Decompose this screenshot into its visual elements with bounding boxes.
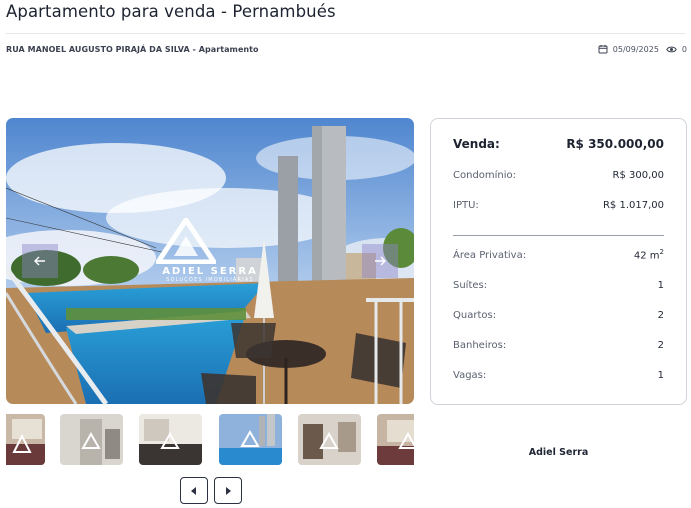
thumbnails-next-button[interactable] xyxy=(214,477,242,504)
thumbnail[interactable] xyxy=(6,414,45,465)
view-count: 0 xyxy=(681,44,687,54)
listing-meta: 05/09/2025 0 xyxy=(598,44,687,54)
thumbnail[interactable] xyxy=(219,414,282,465)
thumbnail-strip xyxy=(6,414,414,466)
watermark-logo: ADIEL SERRA SOLUÇÕES IMOBILIÁRIAS xyxy=(156,218,264,283)
thumbnails-prev-button[interactable] xyxy=(180,477,208,504)
header-divider xyxy=(6,33,685,34)
condo-label: Condomínio: xyxy=(453,170,517,181)
condo-row: Condomínio: R$ 300,00 xyxy=(453,170,664,181)
sale-label: Venda: xyxy=(453,137,500,151)
suites-row: Suítes: 1 xyxy=(453,280,664,291)
condo-value: R$ 300,00 xyxy=(612,170,664,181)
iptu-row: IPTU: R$ 1.017,00 xyxy=(453,200,664,211)
thumbnail[interactable] xyxy=(377,414,414,465)
area-unit-superscript: 2 xyxy=(659,248,664,256)
photo-prev-button[interactable] xyxy=(22,244,58,278)
card-divider xyxy=(453,235,664,236)
thumbnail[interactable] xyxy=(298,414,361,465)
arrow-left-icon xyxy=(34,256,45,266)
sale-value: R$ 350.000,00 xyxy=(566,137,664,151)
parking-row: Vagas: 1 xyxy=(453,370,664,381)
main-photo[interactable]: ADIEL SERRA SOLUÇÕES IMOBILIÁRIAS xyxy=(6,118,414,404)
area-value: 42 m2 xyxy=(633,248,664,262)
price-card: Venda: R$ 350.000,00 Condomínio: R$ 300,… xyxy=(430,118,687,405)
chevron-right-icon xyxy=(226,486,231,495)
bedrooms-value: 2 xyxy=(657,310,664,321)
page-title: Apartamento para venda - Pernambués xyxy=(6,2,336,21)
watermark-name: ADIEL SERRA xyxy=(162,266,258,277)
arrow-right-icon xyxy=(375,256,386,266)
parking-value: 1 xyxy=(657,370,664,381)
listing-date: 05/09/2025 xyxy=(612,44,659,54)
thumbnail[interactable] xyxy=(139,414,202,465)
brand-triangle-icon xyxy=(156,218,216,264)
suites-label: Suítes: xyxy=(453,280,488,291)
iptu-label: IPTU: xyxy=(453,200,479,211)
iptu-value: R$ 1.017,00 xyxy=(602,200,664,211)
property-address: RUA MANOEL AUGUSTO PIRAJÁ DA SILVA - Apa… xyxy=(6,45,259,54)
area-row: Área Privativa: 42 m2 xyxy=(453,248,664,261)
bathrooms-value: 2 xyxy=(657,340,664,351)
bedrooms-row: Quartos: 2 xyxy=(453,310,664,321)
suites-value: 1 xyxy=(657,280,664,291)
photo-next-button[interactable] xyxy=(362,244,398,278)
calendar-icon xyxy=(598,44,608,54)
area-label: Área Privativa: xyxy=(453,250,527,262)
bedrooms-label: Quartos: xyxy=(453,310,497,321)
agent-name[interactable]: Adiel Serra xyxy=(430,447,687,458)
bathrooms-row: Banheiros: 2 xyxy=(453,340,664,351)
bathrooms-label: Banheiros: xyxy=(453,340,507,351)
parking-label: Vagas: xyxy=(453,370,487,381)
chevron-left-icon xyxy=(191,486,196,495)
thumbnail[interactable] xyxy=(60,414,123,465)
sale-price-row: Venda: R$ 350.000,00 xyxy=(453,137,664,151)
eye-icon xyxy=(666,45,677,54)
watermark-tagline: SOLUÇÕES IMOBILIÁRIAS xyxy=(166,277,254,283)
